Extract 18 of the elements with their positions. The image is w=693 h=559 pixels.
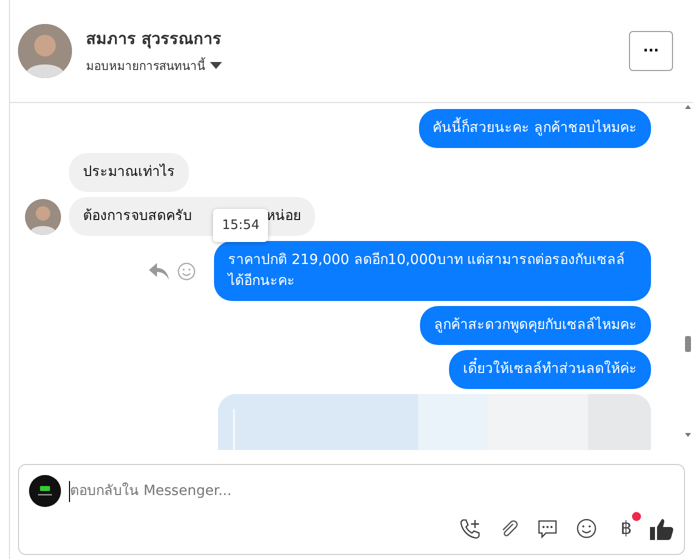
timestamp-tooltip: 15:54 (213, 209, 268, 242)
message-bubble: ลูกค้าสะดวกพูดคุยกับเซลล์ไหมคะ (420, 306, 651, 345)
chat-icon[interactable] (536, 518, 558, 538)
emoji-icon[interactable] (576, 518, 597, 539)
message-bubble: คันนี้ก็สวยนะคะ ลูกค้าชอบไหมคะ (418, 109, 651, 148)
thumbs-up-icon[interactable] (650, 518, 674, 540)
assign-dropdown[interactable]: มอบหมายการสนทนานี้ (86, 57, 222, 75)
more-button[interactable]: ··· (629, 31, 673, 71)
message-bubble: เดี๋ยวให้เซลล์ทำส่วนลดให้ค่ะ (449, 350, 651, 389)
reply-icon[interactable] (149, 262, 169, 280)
message-bubble: ราคาปกติ 219,000 ลดอีก10,000บาท แต่สามารถต่อรองกับเซลล์ได้อีกนะคะ (214, 241, 651, 301)
call-add-icon[interactable] (458, 518, 481, 540)
payment-button[interactable]: ฿ (620, 518, 632, 539)
page-logo (29, 475, 61, 507)
contact-name: สมภาร สุวรรณการ (86, 28, 222, 50)
avatar (18, 24, 72, 78)
caret-icon[interactable] (210, 62, 222, 70)
message-bubble: ประมาณเท่าไร (69, 153, 189, 192)
